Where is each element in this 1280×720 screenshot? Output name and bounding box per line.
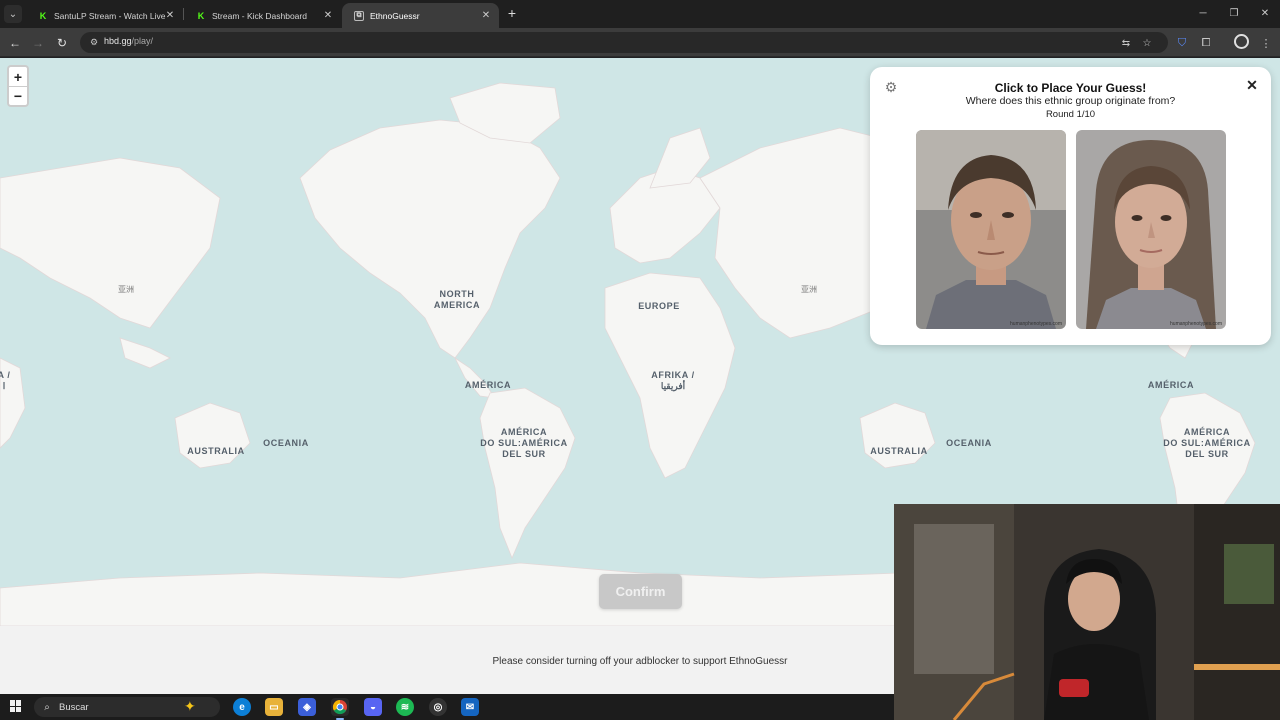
map-label-america: AMÉRICA (1147, 380, 1195, 390)
tab-ethnoguessr[interactable]: ⧉ EthnoGuessr ✕ (342, 3, 499, 28)
image-credit: humanphenotypes.com (1010, 321, 1062, 327)
panel-title: Click to Place Your Guess! (994, 81, 1147, 95)
kick-icon: K (39, 10, 47, 21)
map-label-asia: 亚洲 (801, 285, 817, 294)
kick-icon: K (197, 10, 205, 21)
tab-title: EthnoGuessr (370, 10, 420, 21)
copilot-sparkle-icon: ✦ (184, 698, 196, 714)
windows-taskbar: ⌕ Buscar ✦ e ▭ ◈ ◒ ≋ ◎ ✉ (0, 694, 894, 720)
map-label-south-america: AMÉRICA DO SUL:AMÉRICA DEL SUR (1163, 427, 1251, 459)
confirm-button[interactable]: Confirm (599, 574, 682, 609)
obs-icon[interactable]: ◎ (429, 698, 447, 716)
close-tab-icon[interactable]: ✕ (479, 8, 493, 22)
extension-shield-icon[interactable]: ⛉ (1174, 35, 1190, 51)
browser-tab-strip: ⌄ K SantuLP Stream - Watch Live on Kick … (0, 0, 1280, 28)
translate-icon[interactable]: ⇆ (1119, 36, 1133, 50)
round-counter: Round 1/10 (1045, 109, 1096, 120)
address-bar[interactable]: ⚙ hbd.gg/play/ ⇆ ☆ (80, 32, 1168, 53)
minimize-button[interactable]: ─ (1188, 4, 1218, 22)
male-face-image: humanphenotypes.com (916, 130, 1066, 329)
guess-panel: ⚙ ✕ Click to Place Your Guess! Where doe… (870, 67, 1271, 345)
zoom-out-button[interactable]: − (9, 86, 27, 105)
streamer-webcam-overlay (894, 504, 1280, 720)
tab-search-chevron-icon[interactable]: ⌄ (4, 5, 22, 23)
map-label-africa: AFRIKA / أفريقيا (651, 370, 695, 391)
site-info-icon[interactable]: ⚙ (88, 36, 100, 48)
edge-icon[interactable]: e (233, 698, 251, 716)
tab-title: SantuLP Stream - Watch Live on Kick (54, 10, 166, 21)
window-close-button[interactable]: ✕ (1250, 4, 1280, 22)
zoom-control: + − (7, 65, 29, 107)
close-tab-icon[interactable]: ✕ (163, 8, 177, 22)
map-label-europe: EUROPE (638, 301, 680, 311)
map-label-south-america: AMÉRICA DO SUL:AMÉRICA DEL SUR (480, 427, 568, 459)
panel-question: Where does this ethnic group originate f… (965, 95, 1176, 107)
menu-kebab-icon[interactable]: ⋮ (1258, 35, 1274, 51)
female-face-image: humanphenotypes.com (1076, 130, 1226, 329)
reload-icon[interactable]: ↻ (53, 34, 71, 52)
map-label-oceania: OCEANIA (263, 438, 309, 448)
map-label-africa-edge: A / ا (0, 370, 11, 391)
windows-start-icon[interactable] (10, 700, 22, 712)
outlook-icon[interactable]: ✉ (461, 698, 479, 716)
close-tab-icon[interactable]: ✕ (321, 8, 335, 22)
map-label-america: AMÉRICA (464, 380, 512, 390)
restore-button[interactable]: ❐ (1219, 4, 1249, 22)
search-icon: ⌕ (44, 701, 50, 713)
discord-icon[interactable]: ◒ (364, 698, 382, 716)
copilot-app-icon[interactable]: ◈ (298, 698, 316, 716)
ethnoguessr-icon: ⧉ (354, 10, 364, 21)
map-label-australia: AUSTRALIA (870, 446, 928, 456)
forward-arrow-icon[interactable]: → (29, 34, 47, 52)
extensions-puzzle-icon[interactable]: ⧠ (1198, 35, 1214, 51)
map-label-asia: 亚洲 (118, 285, 134, 294)
url-text: hbd.gg/play/ (104, 36, 154, 46)
image-credit: humanphenotypes.com (1170, 321, 1222, 327)
profile-avatar-icon[interactable] (1234, 34, 1249, 49)
spotify-icon[interactable]: ≋ (396, 698, 414, 716)
tab-santulp-stream[interactable]: K SantuLP Stream - Watch Live on Kick ✕ (26, 3, 183, 28)
taskbar-search-placeholder: Buscar (59, 702, 89, 713)
zoom-in-button[interactable]: + (9, 67, 27, 86)
bookmark-star-icon[interactable]: ☆ (1140, 36, 1154, 50)
tab-title: Stream - Kick Dashboard (212, 10, 307, 21)
adblock-notice: Please consider turning off your adblock… (492, 656, 788, 667)
map-label-north-america: NORTH AMERICA (433, 289, 481, 310)
map-label-australia: AUSTRALIA (187, 446, 245, 456)
browser-toolbar: ← → ↻ ⚙ hbd.gg/play/ ⇆ ☆ ⛉ ⧠ ⋮ (0, 28, 1280, 57)
new-tab-button[interactable]: + (504, 5, 520, 21)
back-arrow-icon[interactable]: ← (6, 34, 24, 52)
chrome-icon[interactable] (331, 698, 349, 720)
tab-kick-dashboard[interactable]: K Stream - Kick Dashboard ✕ (184, 3, 341, 28)
file-explorer-icon[interactable]: ▭ (265, 698, 283, 716)
taskbar-search[interactable]: ⌕ Buscar ✦ (34, 697, 220, 717)
map-label-oceania: OCEANIA (946, 438, 992, 448)
